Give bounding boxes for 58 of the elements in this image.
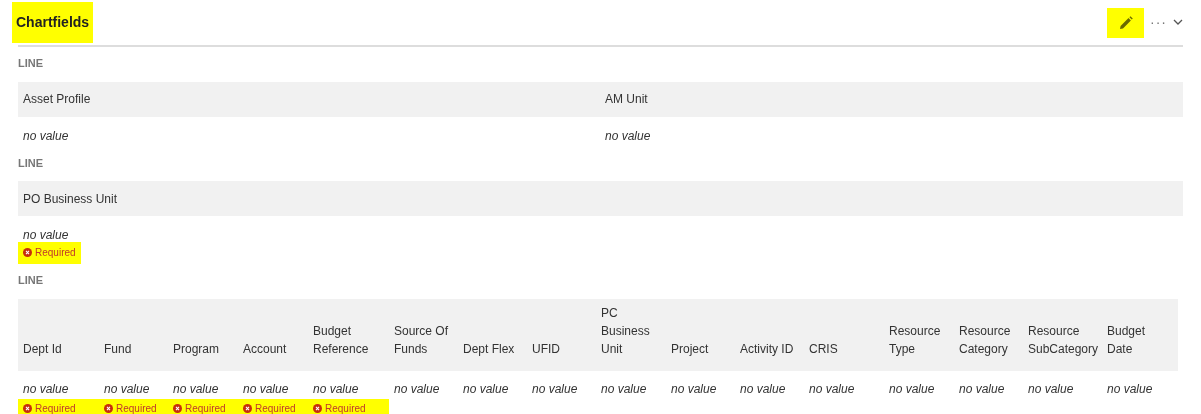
- field-value: no value: [740, 381, 786, 396]
- field-label: Asset Profile: [23, 91, 91, 108]
- field-value: no value: [173, 381, 219, 396]
- column-header: PC Business Unit: [601, 304, 651, 358]
- more-button[interactable]: ···: [1150, 12, 1167, 33]
- field-value: no value: [889, 381, 935, 396]
- error-icon: [23, 248, 32, 257]
- column-header: Resource Category: [959, 322, 1012, 358]
- column-header: Account: [243, 340, 287, 358]
- column-header: Activity ID: [740, 340, 794, 358]
- required-error: Required: [238, 398, 308, 414]
- field-value: no value: [394, 381, 440, 396]
- required-error: Required: [168, 398, 238, 414]
- chevron-down-icon[interactable]: [1173, 19, 1183, 26]
- field-value: no value: [23, 128, 69, 143]
- error-icon: [313, 403, 322, 413]
- field-label: PO Business Unit: [23, 190, 118, 208]
- field-value: no value: [671, 381, 717, 396]
- required-error: Required: [308, 398, 389, 414]
- field-value: no value: [23, 381, 69, 396]
- section-label: LINE: [18, 155, 45, 171]
- section-label: LINE: [18, 273, 45, 288]
- column-header: Source Of Funds: [394, 322, 450, 358]
- field-value: no value: [463, 381, 509, 396]
- field-value: no value: [809, 381, 855, 396]
- column-header: Project: [671, 340, 709, 358]
- column-header: Resource SubCategory: [1028, 322, 1099, 358]
- column-header: Budget Date: [1107, 322, 1147, 358]
- field-value: no value: [959, 381, 1005, 396]
- section-title: Chartfields: [12, 2, 94, 43]
- section-label: LINE: [18, 56, 45, 71]
- column-header: UFID: [532, 340, 560, 358]
- field-value: no value: [313, 381, 359, 396]
- required-error: Required: [18, 398, 99, 414]
- error-icon: [173, 403, 182, 413]
- field-value: no value: [1028, 381, 1074, 396]
- field-label: AM Unit: [605, 91, 648, 108]
- field-value: no value: [601, 381, 647, 396]
- pencil-icon: [1118, 15, 1133, 30]
- field-value: no value: [243, 381, 289, 396]
- field-value: no value: [23, 228, 69, 242]
- field-value: no value: [1107, 381, 1153, 396]
- error-icon: [104, 403, 113, 413]
- column-header: Dept Flex: [463, 340, 515, 358]
- required-error: Required: [99, 398, 168, 414]
- column-header: CRIS: [809, 340, 838, 358]
- column-header: Dept Id: [23, 340, 62, 358]
- error-icon: [23, 403, 32, 413]
- error-icon: [243, 403, 252, 413]
- required-error: Required: [18, 242, 81, 264]
- column-header: Fund: [104, 340, 132, 358]
- column-header: Resource Type: [889, 322, 942, 358]
- edit-button[interactable]: [1107, 7, 1144, 38]
- field-value: no value: [605, 128, 651, 143]
- column-header: Budget Reference: [313, 322, 370, 358]
- field-value: no value: [104, 381, 150, 396]
- field-value: no value: [532, 381, 578, 396]
- column-header: Program: [173, 340, 219, 358]
